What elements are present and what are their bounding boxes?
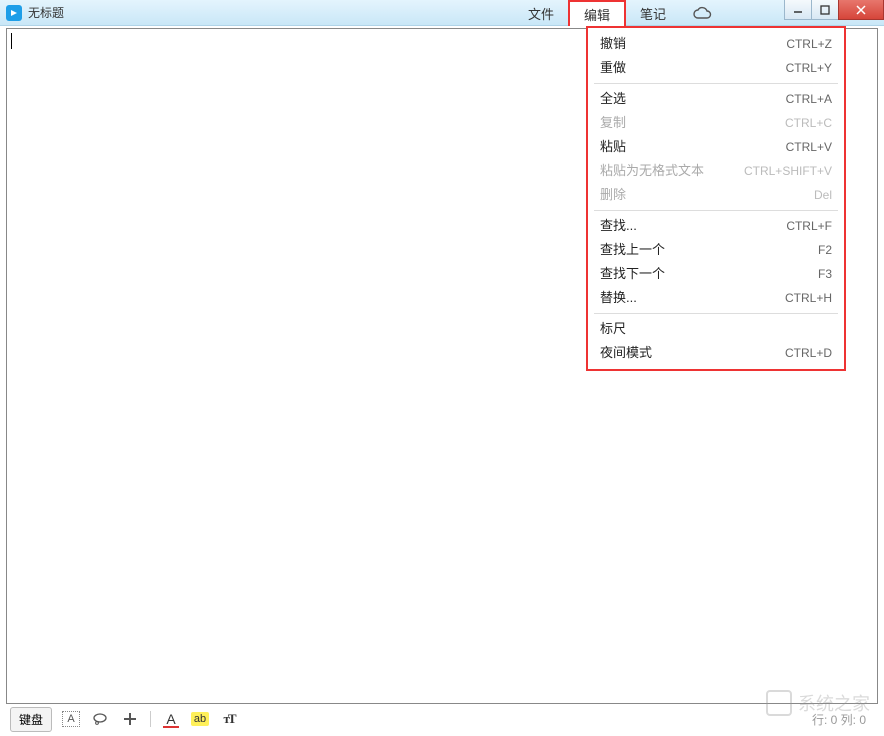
menu-note[interactable]: 笔记 bbox=[626, 0, 680, 26]
menu-copy: 复制 CTRL+C bbox=[588, 111, 844, 135]
menu-night-shortcut: CTRL+D bbox=[785, 344, 832, 362]
menu-find-next-label: 查找下一个 bbox=[600, 265, 665, 283]
menu-copy-shortcut: CTRL+C bbox=[785, 114, 832, 132]
text-caret bbox=[11, 33, 12, 49]
menu-delete-label: 删除 bbox=[600, 186, 626, 204]
plus-icon[interactable] bbox=[120, 709, 140, 729]
menu-replace-label: 替换... bbox=[600, 289, 637, 307]
font-size-icon[interactable]: тT bbox=[219, 709, 239, 729]
maximize-button[interactable] bbox=[811, 0, 839, 20]
menu-find-prev-label: 查找上一个 bbox=[600, 241, 665, 259]
menu-undo-shortcut: CTRL+Z bbox=[786, 35, 832, 53]
app-icon bbox=[6, 5, 22, 21]
menu-ruler[interactable]: 标尺 bbox=[588, 317, 844, 341]
menu-replace-shortcut: CTRL+H bbox=[785, 289, 832, 307]
close-button[interactable] bbox=[838, 0, 884, 20]
menu-redo-shortcut: CTRL+Y bbox=[786, 59, 832, 77]
menu-find[interactable]: 查找... CTRL+F bbox=[588, 214, 844, 238]
menu-paste-plain: 粘贴为无格式文本 CTRL+SHIFT+V bbox=[588, 159, 844, 183]
menubar: 文件 编辑 笔记 bbox=[514, 0, 724, 26]
menu-find-prev[interactable]: 查找上一个 F2 bbox=[588, 238, 844, 262]
menu-separator bbox=[594, 313, 838, 314]
lasso-icon[interactable] bbox=[90, 709, 110, 729]
menu-find-shortcut: CTRL+F bbox=[786, 217, 832, 235]
app-window: 无标题 文件 编辑 笔记 撤销 CTRL+Z bbox=[0, 0, 884, 736]
font-color-icon[interactable]: A bbox=[161, 709, 181, 729]
highlight-icon[interactable]: ab bbox=[191, 712, 209, 726]
minimize-button[interactable] bbox=[784, 0, 812, 20]
menu-find-prev-shortcut: F2 bbox=[818, 241, 832, 259]
cloud-icon[interactable] bbox=[680, 0, 724, 26]
menu-edit[interactable]: 编辑 bbox=[568, 0, 626, 26]
menu-undo[interactable]: 撤销 CTRL+Z bbox=[588, 32, 844, 56]
text-tool-icon[interactable]: A bbox=[62, 711, 80, 727]
menu-delete-shortcut: Del bbox=[814, 186, 832, 204]
menu-find-next[interactable]: 查找下一个 F3 bbox=[588, 262, 844, 286]
edit-dropdown: 撤销 CTRL+Z 重做 CTRL+Y 全选 CTRL+A 复制 CTRL+C … bbox=[586, 26, 846, 371]
menu-paste[interactable]: 粘贴 CTRL+V bbox=[588, 135, 844, 159]
menu-find-label: 查找... bbox=[600, 217, 637, 235]
menu-select-all-shortcut: CTRL+A bbox=[786, 90, 832, 108]
cursor-position: 行: 0 列: 0 bbox=[812, 711, 874, 728]
menu-select-all[interactable]: 全选 CTRL+A bbox=[588, 87, 844, 111]
menu-delete: 删除 Del bbox=[588, 183, 844, 207]
menu-paste-plain-label: 粘贴为无格式文本 bbox=[600, 162, 704, 180]
titlebar: 无标题 文件 编辑 笔记 bbox=[0, 0, 884, 26]
menu-redo-label: 重做 bbox=[600, 59, 626, 77]
window-title: 无标题 bbox=[28, 4, 64, 21]
statusbar: 键盘 A A ab тT 行: 0 列: 0 bbox=[6, 706, 878, 732]
menu-separator bbox=[594, 83, 838, 84]
menu-file[interactable]: 文件 bbox=[514, 0, 568, 26]
menu-night-mode[interactable]: 夜间模式 CTRL+D bbox=[588, 341, 844, 365]
menu-select-all-label: 全选 bbox=[600, 90, 626, 108]
menu-paste-shortcut: CTRL+V bbox=[786, 138, 832, 156]
menu-ruler-label: 标尺 bbox=[600, 320, 626, 338]
window-controls bbox=[785, 0, 884, 20]
menu-separator bbox=[594, 210, 838, 211]
menu-undo-label: 撤销 bbox=[600, 35, 626, 53]
menu-redo[interactable]: 重做 CTRL+Y bbox=[588, 56, 844, 80]
menu-replace[interactable]: 替换... CTRL+H bbox=[588, 286, 844, 310]
keyboard-button[interactable]: 键盘 bbox=[10, 707, 52, 732]
menu-paste-label: 粘贴 bbox=[600, 138, 626, 156]
menu-paste-plain-shortcut: CTRL+SHIFT+V bbox=[744, 162, 832, 180]
menu-copy-label: 复制 bbox=[600, 114, 626, 132]
menu-find-next-shortcut: F3 bbox=[818, 265, 832, 283]
separator bbox=[150, 711, 151, 727]
menu-night-label: 夜间模式 bbox=[600, 344, 652, 362]
